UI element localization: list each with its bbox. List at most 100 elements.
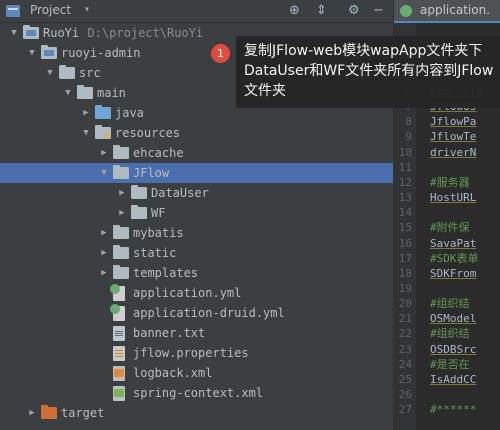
xml-file-icon [113, 366, 125, 381]
expanded-arrow-icon[interactable]: ▼ [8, 23, 20, 43]
tree-item-label: logback.xml [133, 366, 213, 380]
code-line: #****** [430, 403, 477, 417]
tree-item-templates[interactable]: ▶ templates [0, 263, 393, 283]
collapsed-arrow-icon[interactable]: ▶ [116, 203, 128, 223]
collapsed-arrow-icon[interactable]: ▶ [98, 263, 110, 283]
collapsed-arrow-icon[interactable]: ▶ [98, 243, 110, 263]
tree-item-label: WF [151, 206, 166, 220]
hide-icon[interactable]: − [373, 2, 384, 20]
tree-item-label: application-druid.yml [133, 306, 285, 320]
code-line: SDKFrom [430, 266, 477, 280]
line-number: 13 [398, 191, 412, 205]
code-line: #附件保 [430, 221, 470, 235]
line-number: 24 [398, 357, 412, 371]
code-line: JflowTe [430, 130, 477, 144]
tree-item-label: static [133, 246, 177, 260]
expanded-arrow-icon[interactable]: ▼ [98, 163, 110, 183]
tree-item-label: ruoyi-admin [61, 46, 141, 60]
code-line: OSModel [430, 312, 477, 326]
collapsed-arrow-icon[interactable]: ▶ [98, 143, 110, 163]
tree-item-wf[interactable]: ▶ WF [0, 203, 393, 223]
tree-item-spring-context-xml[interactable]: spring-context.xml [0, 383, 393, 403]
excluded-folder-icon [41, 405, 57, 419]
code-line: OSDBSrc [430, 342, 477, 356]
line-number: 10 [398, 145, 412, 159]
line-number: 21 [398, 312, 412, 326]
line-number: 9 [405, 130, 412, 144]
project-panel-header: Project ▾ ⊕ ⇕ ⚙ − [0, 0, 393, 23]
line-number: 16 [398, 236, 412, 250]
line-number: 26 [398, 388, 412, 401]
tree-item-label: mybatis [133, 226, 184, 240]
tree-item-datauser[interactable]: ▶ DataUser [0, 183, 393, 203]
collapsed-arrow-icon[interactable]: ▶ [26, 403, 38, 423]
tree-item-mybatis[interactable]: ▶ mybatis [0, 223, 393, 243]
gear-icon[interactable]: ⚙ [348, 2, 360, 20]
tree-item-jflow-properties[interactable]: jflow.properties [0, 343, 393, 363]
tree-item-label: RuoYi [43, 26, 80, 40]
tree-item-application-yml[interactable]: application.yml [0, 283, 393, 303]
line-number: 15 [398, 221, 412, 235]
editor-tab[interactable]: application. [394, 0, 500, 23]
folder-icon [59, 65, 75, 79]
tree-item-label: resources [115, 126, 181, 140]
expanded-arrow-icon[interactable]: ▼ [62, 83, 74, 103]
folder-icon [113, 165, 129, 179]
code-line: #SDK表单 [430, 251, 479, 265]
tree-item-label: src [79, 66, 101, 80]
tree-item-application-druid-yml[interactable]: application-druid.yml [0, 303, 393, 323]
tree-item-static[interactable]: ▶ static [0, 243, 393, 263]
project-path: D:\project\RuoYi [87, 26, 204, 40]
code-line: #服务器 [430, 175, 470, 189]
resources-folder-icon [95, 125, 111, 139]
yml-file-icon [110, 284, 125, 301]
collapsed-arrow-icon[interactable]: ▶ [116, 183, 128, 203]
line-number: 27 [398, 403, 412, 417]
line-number: 20 [398, 297, 412, 311]
spring-xml-file-icon [113, 386, 125, 401]
expanded-arrow-icon[interactable]: ▼ [80, 123, 92, 143]
yml-file-icon [400, 5, 412, 17]
yml-file-icon [110, 304, 125, 321]
step-badge: 1 [211, 44, 230, 63]
locate-icon[interactable]: ⊕ [289, 2, 300, 20]
editor-tab-label: application. [420, 3, 491, 17]
collapse-icon[interactable]: ⇕ [316, 2, 327, 20]
line-number: 17 [398, 251, 412, 265]
line-number: 25 [398, 372, 412, 386]
tree-item-logback-xml[interactable]: logback.xml [0, 363, 393, 383]
tree-item-target[interactable]: ▶ target [0, 403, 393, 423]
tree-item-resources[interactable]: ▼ resources [0, 123, 393, 143]
folder-icon [131, 205, 147, 219]
code-line: JflowPa [430, 115, 477, 129]
text-file-icon [113, 326, 125, 341]
project-view-icon [6, 5, 20, 17]
tree-item-ehcache[interactable]: ▶ ehcache [0, 143, 393, 163]
line-number: 14 [398, 206, 412, 220]
chevron-down-icon[interactable]: ▾ [84, 4, 90, 15]
line-number: 19 [398, 281, 412, 295]
tree-item-jflow[interactable]: ▼ JFlow [0, 163, 393, 183]
tree-item-label: java [115, 106, 144, 120]
folder-icon [113, 245, 129, 259]
collapsed-arrow-icon[interactable]: ▶ [80, 103, 92, 123]
tree-item-label: ehcache [133, 146, 184, 160]
tree-item-label: main [97, 86, 126, 100]
project-folder-icon [23, 25, 39, 39]
code-line: HostURL [430, 191, 477, 205]
tree-item-banner-txt[interactable]: banner.txt [0, 323, 393, 343]
expanded-arrow-icon[interactable]: ▼ [44, 63, 56, 83]
code-line: #组织结 [430, 297, 470, 311]
tree-item-label: DataUser [151, 186, 209, 200]
project-view-selector[interactable]: Project [30, 3, 71, 17]
folder-icon [113, 225, 129, 239]
code-line: #组织结 [430, 327, 470, 341]
code-line: driverN [430, 145, 477, 159]
expanded-arrow-icon[interactable]: ▼ [26, 43, 38, 63]
folder-icon [77, 85, 93, 99]
instruction-callout: 复制JFlow-web模块wapApp文件夹下 DataUser和WF文件夹所有… [236, 36, 500, 108]
source-folder-icon [95, 105, 111, 119]
folder-icon [113, 265, 129, 279]
collapsed-arrow-icon[interactable]: ▶ [98, 223, 110, 243]
line-number: 23 [398, 342, 412, 356]
